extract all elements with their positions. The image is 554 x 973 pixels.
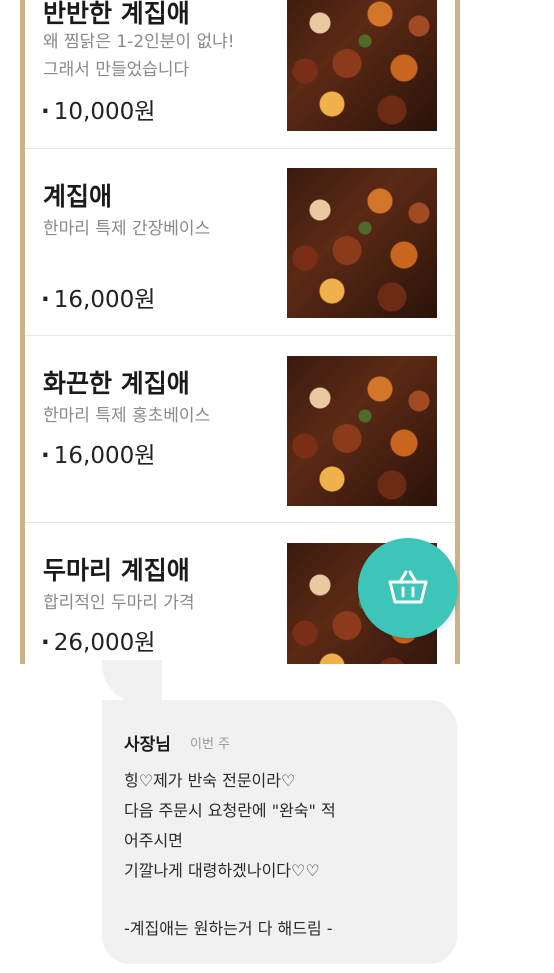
- menu-item-photo[interactable]: [287, 0, 437, 131]
- menu-item-price: · 10,000원: [41, 99, 156, 125]
- menu-item-description: 한마리 특제 홍초베이스: [43, 406, 211, 426]
- menu-item[interactable]: 계집애 한마리 특제 간장베이스 · 16,000원: [25, 149, 455, 336]
- menu-item-name: 화끈한 계집애: [43, 369, 190, 398]
- menu-item-photo[interactable]: [287, 356, 437, 506]
- sender-name: 사장님: [124, 735, 171, 755]
- menu-item-name: 두마리 계집애: [43, 556, 190, 585]
- menu-item-description: 합리적인 두마리 가격: [43, 593, 195, 613]
- menu-item[interactable]: 화끈한 계집애 한마리 특제 홍초베이스 · 16,000원: [25, 336, 455, 523]
- menu-item-description: 왜 찜닭은 1-2인분이 없냐! 그래서 만들었습니다: [43, 32, 235, 80]
- menu-item-name: 반반한 계집애: [43, 0, 190, 28]
- menu-item-price: · 16,000원: [41, 287, 156, 313]
- menu-item-price: · 26,000원: [41, 630, 156, 656]
- menu-item-name: 계집애: [43, 182, 113, 211]
- menu-item-description: 한마리 특제 간장베이스: [43, 219, 211, 239]
- reply-time: 이번 주: [190, 737, 231, 752]
- menu-item-price: · 16,000원: [41, 443, 156, 469]
- cart-button[interactable]: [358, 538, 458, 638]
- reply-message: 힝♡제가 반숙 전문이라♡ 다음 주문시 요청란에 "완숙" 적 어주시면 기깔…: [124, 771, 336, 880]
- reply-signature: -계집애는 원하는거 다 해드림 -: [124, 919, 333, 938]
- chat-bubble-tail: [102, 660, 162, 704]
- basket-icon: [388, 570, 428, 604]
- menu-item-photo[interactable]: [287, 168, 437, 318]
- owner-reply-bubble: 사장님 이번 주 힝♡제가 반숙 전문이라♡ 다음 주문시 요청란에 "완숙" …: [102, 700, 457, 964]
- menu-item[interactable]: 반반한 계집애 왜 찜닭은 1-2인분이 없냐! 그래서 만들었습니다 · 10,…: [25, 0, 455, 149]
